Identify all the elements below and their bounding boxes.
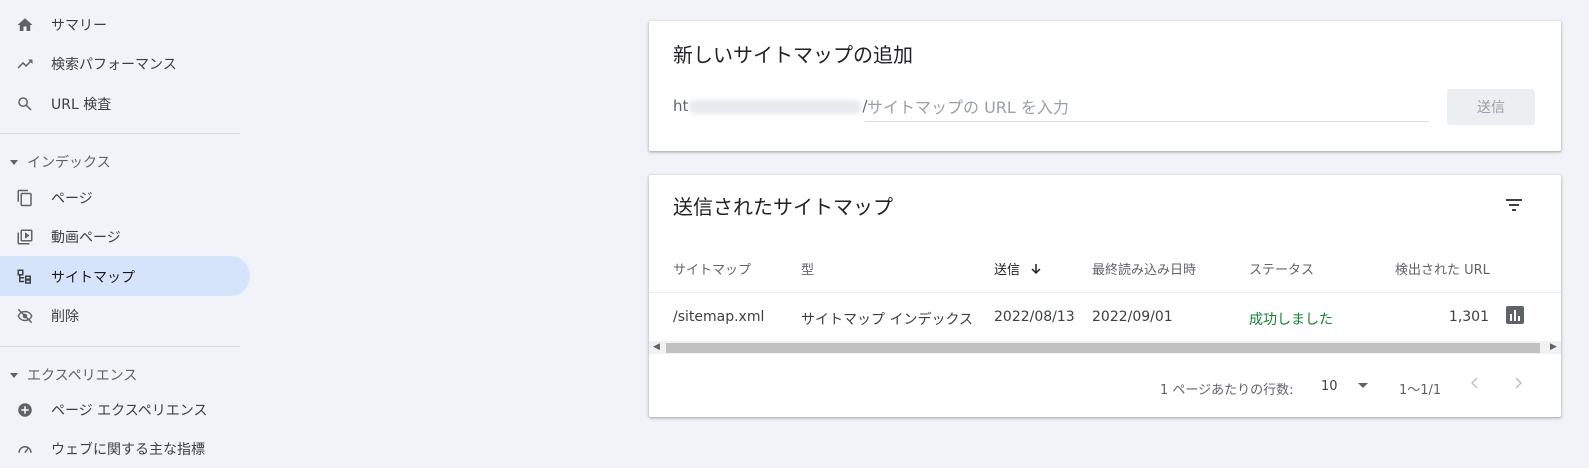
video-page-icon — [15, 227, 35, 247]
status-badge: 成功しました — [1249, 312, 1333, 328]
page-experience-icon — [15, 400, 35, 420]
speed-gauge-icon — [15, 439, 35, 459]
sidebar-item-label: 動画ページ — [51, 230, 121, 246]
chevron-right-icon[interactable] — [1510, 375, 1526, 395]
arrow-down-icon — [1030, 263, 1042, 279]
rows-per-page-value: 10 — [1321, 379, 1338, 394]
section-experience-toggle[interactable]: エクスペリエンス — [0, 359, 240, 389]
sidebar-item-label: 検索パフォーマンス — [51, 57, 177, 73]
scroll-left-icon[interactable]: ◀ — [649, 341, 664, 354]
column-header-sitemap[interactable]: サイトマップ — [673, 259, 751, 278]
home-icon — [15, 15, 35, 35]
submitted-sitemaps-title: 送信されたサイトマップ — [673, 195, 893, 219]
redacted-domain — [689, 99, 862, 114]
caret-down-icon — [9, 368, 19, 384]
add-sitemap-title: 新しいサイトマップの追加 — [673, 43, 913, 67]
submitted-sitemaps-card: 送信されたサイトマップ サイトマップ 型 送信 最終読み込み日時 ステータス 検… — [649, 175, 1561, 417]
visibility-off-icon — [15, 306, 35, 326]
rows-per-page-select[interactable]: 10 — [1321, 379, 1368, 394]
table-header-divider — [649, 292, 1561, 293]
sidebar-item-page-experience[interactable]: ページ エクスペリエンス — [0, 389, 250, 429]
sidebar-item-label: ページ エクスペリエンス — [51, 403, 208, 419]
sidebar-item-label: サマリー — [51, 18, 107, 34]
site-url-prefix: ht / — [673, 97, 867, 115]
column-header-submitted-label: 送信 — [994, 263, 1021, 278]
filter-icon[interactable] — [1502, 193, 1526, 217]
cell-sitemap: /sitemap.xml — [673, 309, 765, 325]
cell-last-read: 2022/09/01 — [1092, 309, 1173, 325]
scrollbar-thumb[interactable] — [666, 343, 1540, 353]
sidebar-item-label: 削除 — [51, 309, 79, 325]
column-header-last-read[interactable]: 最終読み込み日時 — [1092, 259, 1196, 278]
section-index-toggle[interactable]: インデックス — [0, 146, 240, 176]
site-url-start: ht — [673, 97, 689, 115]
sidebar-item-label: ページ — [51, 191, 93, 207]
pagination-range: 1～1/1 — [1399, 383, 1442, 398]
bar-chart-icon[interactable] — [1505, 305, 1525, 325]
sidebar-item-label: ウェブに関する主な指標 — [51, 442, 205, 458]
submit-sitemap-button[interactable]: 送信 — [1447, 89, 1535, 125]
sidebar-item-video-pages[interactable]: 動画ページ — [0, 216, 250, 256]
sidebar-item-core-web-vitals[interactable]: ウェブに関する主な指標 — [0, 428, 250, 468]
caret-down-icon — [9, 155, 19, 171]
sidebar-item-sitemaps[interactable]: サイトマップ — [0, 256, 250, 296]
column-header-discovered-urls[interactable]: 検出された URL — [1395, 259, 1490, 278]
sidebar-divider — [0, 346, 240, 347]
sidebar: サマリー 検索パフォーマンス URL 検査 インデックス ページ 動画ページ サ… — [0, 0, 250, 459]
sidebar-item-removals[interactable]: 削除 — [0, 295, 250, 335]
sidebar-item-label: URL 検査 — [51, 97, 112, 113]
sidebar-item-url-inspection[interactable]: URL 検査 — [0, 83, 250, 123]
sitemap-url-input[interactable] — [865, 93, 1429, 122]
cell-discovered-urls: 1,301 — [1448, 309, 1489, 325]
sitemap-icon — [15, 267, 35, 287]
cell-type: サイトマップ インデックス — [801, 312, 974, 328]
search-icon — [15, 94, 35, 114]
section-experience-label: エクスペリエンス — [27, 368, 138, 384]
sidebar-item-performance[interactable]: 検索パフォーマンス — [0, 43, 250, 83]
section-index-label: インデックス — [27, 155, 111, 171]
rows-per-page-label: 1 ページあたりの行数: — [1160, 383, 1294, 398]
trending-up-icon — [15, 54, 35, 74]
chevron-left-icon[interactable] — [1467, 375, 1483, 395]
sidebar-divider — [0, 133, 240, 134]
add-sitemap-card: 新しいサイトマップの追加 ht/ 送信 — [649, 21, 1561, 151]
dropdown-arrow-icon — [1357, 379, 1368, 394]
horizontal-scrollbar[interactable]: ◀ ▶ — [649, 341, 1561, 354]
sidebar-item-summary[interactable]: サマリー — [0, 4, 250, 44]
pages-icon — [15, 188, 35, 208]
sidebar-item-label: サイトマップ — [51, 270, 135, 286]
sidebar-item-pages[interactable]: ページ — [0, 177, 250, 217]
cell-submitted: 2022/08/13 — [994, 309, 1075, 325]
column-header-status[interactable]: ステータス — [1249, 259, 1314, 278]
column-header-type[interactable]: 型 — [801, 259, 814, 278]
scroll-right-icon[interactable]: ▶ — [1546, 341, 1561, 354]
column-header-submitted[interactable]: 送信 — [994, 259, 1042, 279]
